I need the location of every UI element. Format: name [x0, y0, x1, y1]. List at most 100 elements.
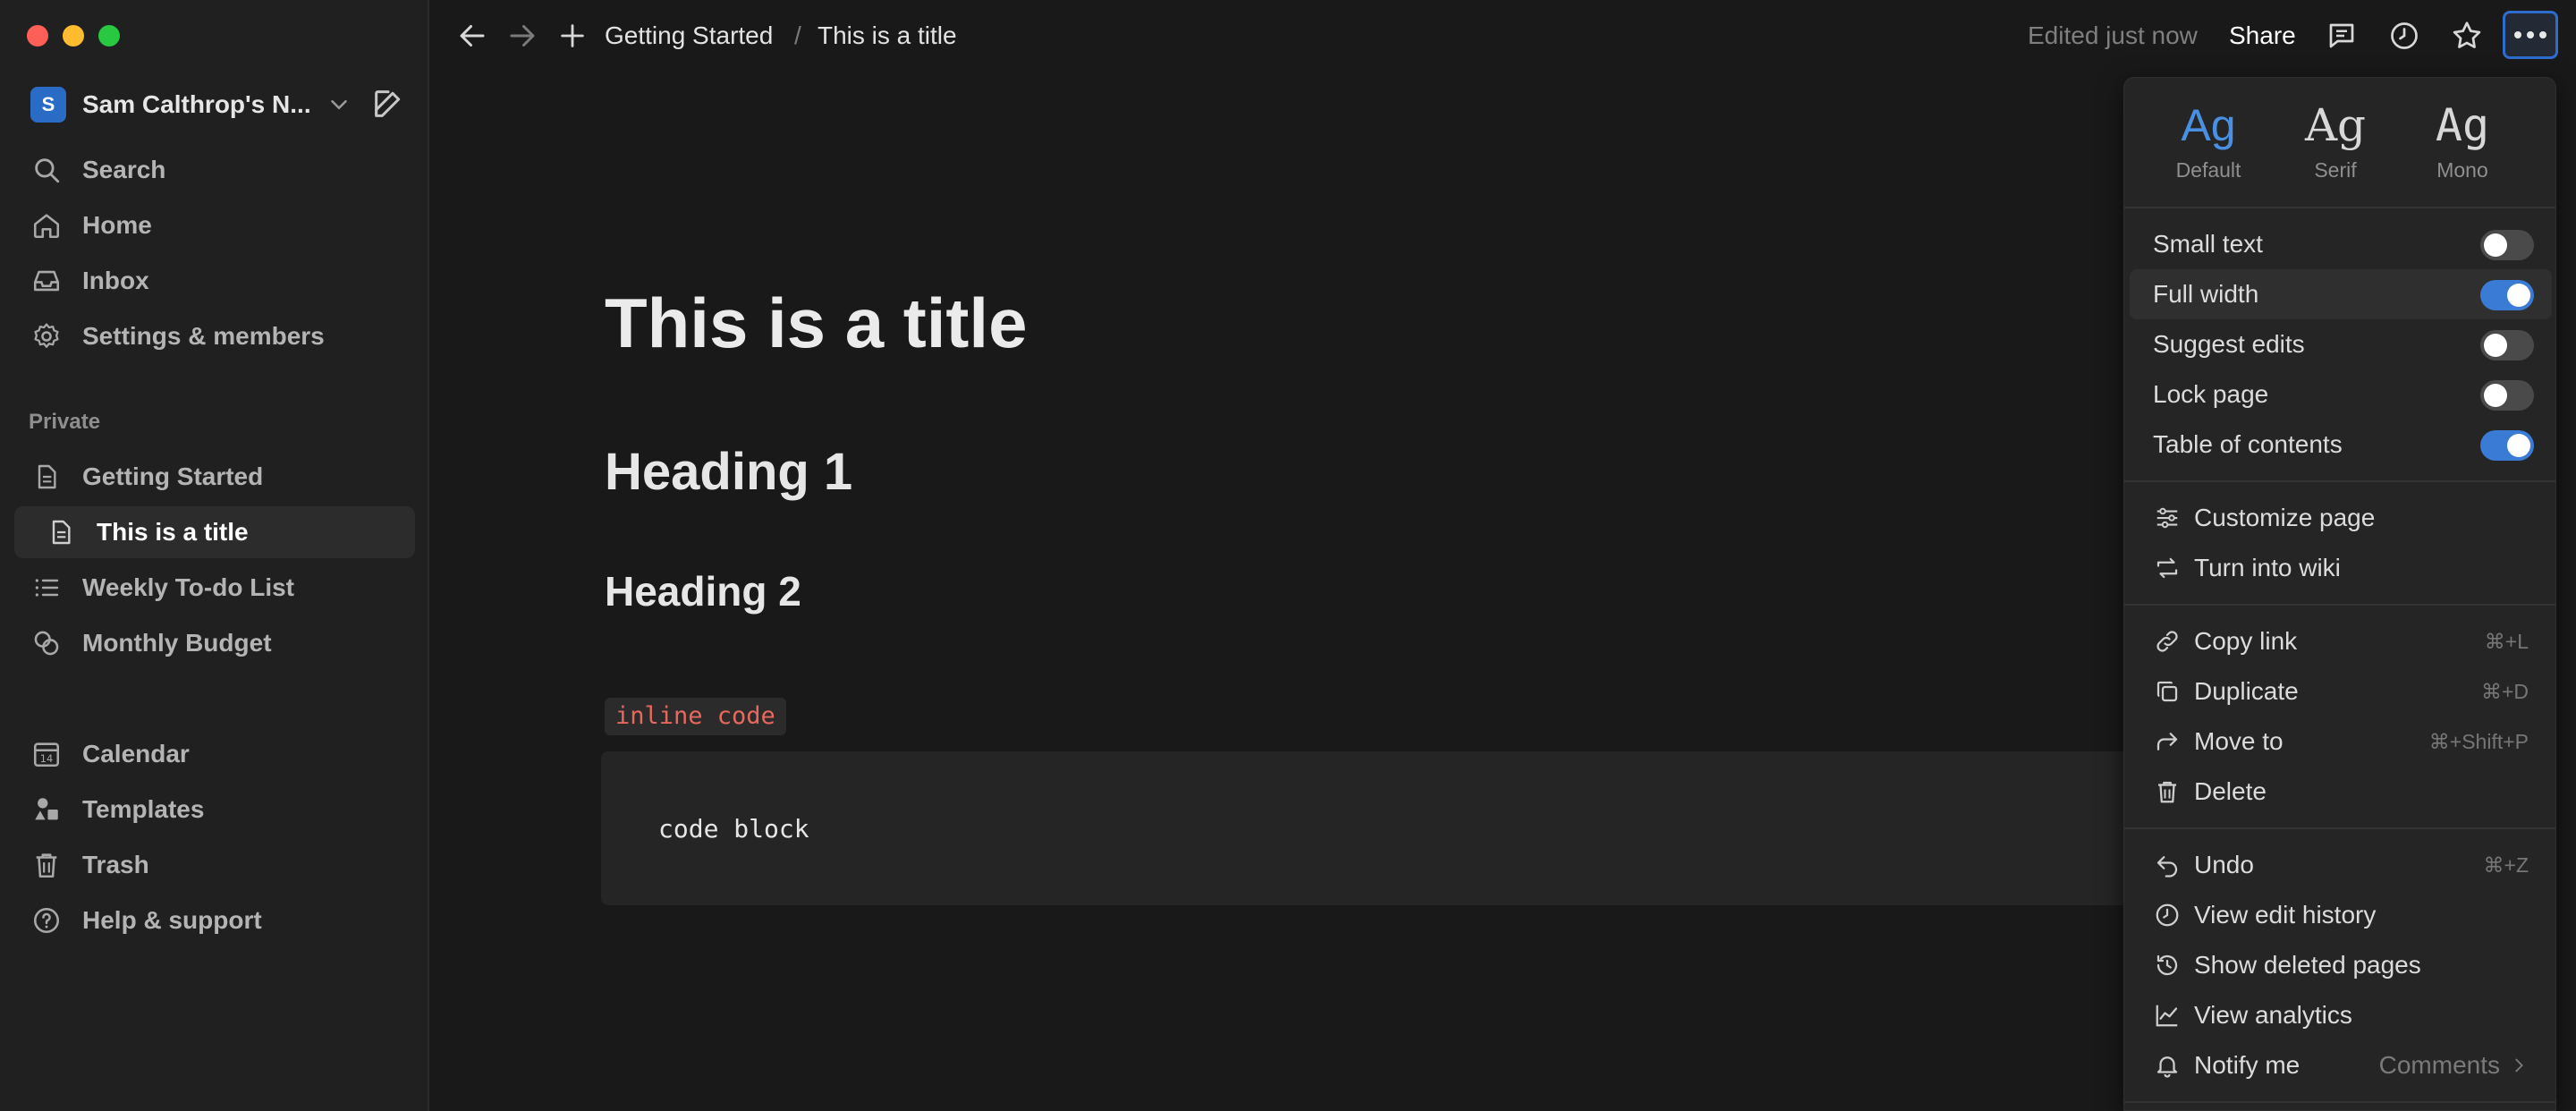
menu-item-duplicate[interactable]: Duplicate ⌘+D: [2130, 666, 2552, 717]
menu-item-label: Move to: [2194, 727, 2284, 755]
toggle-label: Suggest edits: [2153, 330, 2305, 358]
sidebar-item-search[interactable]: Search: [14, 144, 415, 196]
sidebar-item-label: Calendar: [82, 740, 190, 768]
menu-divider: [2124, 827, 2555, 829]
toggle-row-lock-page[interactable]: Lock page: [2130, 369, 2552, 420]
menu-item-customize-page[interactable]: Customize page: [2130, 493, 2552, 543]
menu-item-label: Delete: [2194, 777, 2267, 805]
menu-item-show-deleted-pages[interactable]: Show deleted pages: [2130, 940, 2552, 990]
menu-item-label: Show deleted pages: [2194, 951, 2421, 979]
comments-icon[interactable]: [2324, 18, 2360, 54]
sidebar-item-settings[interactable]: Settings & members: [14, 310, 415, 362]
menu-item-turn-into-wiki[interactable]: Turn into wiki: [2130, 543, 2552, 593]
inline-code[interactable]: inline code: [605, 698, 786, 735]
menu-item-view-edit-history[interactable]: View edit history: [2130, 890, 2552, 940]
sidebar-item-home[interactable]: Home: [14, 199, 415, 251]
menu-item-undo[interactable]: Undo ⌘+Z: [2130, 840, 2552, 890]
more-horizontal-icon: [2514, 31, 2546, 38]
breadcrumb-separator: /: [794, 21, 801, 49]
more-options-button[interactable]: [2503, 11, 2558, 59]
new-page-icon[interactable]: [370, 86, 406, 126]
star-icon[interactable]: [2449, 18, 2485, 54]
suggest-edits-switch[interactable]: [2480, 330, 2534, 360]
toggle-row-suggest-edits[interactable]: Suggest edits: [2130, 319, 2552, 369]
link-icon: [2149, 623, 2185, 659]
sidebar-item-weekly-todo[interactable]: Weekly To-do List: [14, 562, 415, 614]
home-icon: [29, 208, 64, 243]
sidebar: S Sam Calthrop's N... Search Home Inbox …: [0, 0, 429, 1111]
menu-item-label: Customize page: [2194, 504, 2376, 531]
font-option-serif[interactable]: Ag Serif: [2273, 94, 2398, 199]
share-button[interactable]: Share: [2229, 21, 2296, 50]
sidebar-item-this-is-a-title[interactable]: This is a title: [14, 506, 415, 558]
sidebar-item-label: Settings & members: [82, 322, 325, 350]
font-sample: Ag: [2435, 99, 2490, 151]
notify-me-value[interactable]: Comments: [2379, 1051, 2529, 1080]
page-icon: [43, 514, 79, 550]
code-block[interactable]: code block: [601, 751, 2175, 905]
gear-icon: [29, 318, 64, 354]
full-width-switch[interactable]: [2480, 280, 2534, 310]
font-option-default[interactable]: Ag Default: [2146, 94, 2271, 199]
bell-icon: [2149, 1047, 2185, 1083]
toggle-label: Table of contents: [2153, 430, 2343, 458]
svg-text:14: 14: [40, 752, 53, 765]
menu-divider: [2124, 1101, 2555, 1103]
toggle-row-small-text[interactable]: Small text: [2130, 219, 2552, 269]
toggle-row-full-width[interactable]: Full width: [2130, 269, 2552, 319]
menu-divider: [2124, 480, 2555, 482]
sidebar-item-label: Getting Started: [82, 462, 264, 490]
plus-icon[interactable]: [555, 18, 590, 54]
lock-page-switch[interactable]: [2480, 380, 2534, 411]
breadcrumb-current[interactable]: This is a title: [818, 21, 957, 50]
edited-status: Edited just now: [2028, 21, 2198, 49]
top-bar: Getting Started / This is a title Edited…: [431, 0, 2576, 72]
toggle-row-table-of-contents[interactable]: Table of contents: [2130, 420, 2552, 470]
menu-item-label: Notify me: [2194, 1051, 2301, 1079]
maximize-window-button[interactable]: [98, 25, 120, 47]
back-arrow-icon[interactable]: [454, 18, 490, 54]
section-label-private[interactable]: Private: [29, 410, 100, 435]
trash-icon: [29, 847, 64, 883]
duplicate-icon: [2149, 674, 2185, 709]
sidebar-item-inbox[interactable]: Inbox: [14, 255, 415, 307]
sidebar-item-label: This is a title: [97, 518, 249, 546]
font-selector: Ag Default Ag Serif Ag Mono: [2124, 78, 2555, 208]
minimize-window-button[interactable]: [63, 25, 84, 47]
sidebar-item-label: Inbox: [82, 267, 149, 294]
workspace-name: Sam Calthrop's N...: [82, 90, 311, 118]
menu-item-label: Duplicate: [2194, 677, 2299, 705]
clock-icon[interactable]: [2386, 18, 2422, 54]
menu-item-label: Turn into wiki: [2194, 554, 2341, 581]
history-icon: [2149, 947, 2185, 983]
forward-arrow-icon[interactable]: [504, 18, 540, 54]
convert-icon: [2149, 550, 2185, 586]
list-icon: [29, 570, 64, 606]
font-option-mono[interactable]: Ag Mono: [2400, 94, 2525, 199]
heading-1[interactable]: Heading 1: [605, 442, 852, 502]
budget-icon: [29, 625, 64, 661]
menu-item-notify-me[interactable]: Notify me Comments: [2130, 1040, 2552, 1090]
table-of-contents-switch[interactable]: [2480, 430, 2534, 461]
font-name: Serif: [2314, 158, 2357, 182]
sidebar-item-label: Home: [82, 211, 152, 239]
breadcrumb-parent[interactable]: Getting Started: [605, 21, 773, 50]
sidebar-item-calendar[interactable]: 14 Calendar: [14, 728, 415, 780]
small-text-switch[interactable]: [2480, 230, 2534, 260]
menu-item-move-to[interactable]: Move to ⌘+Shift+P: [2130, 717, 2552, 767]
sidebar-item-trash[interactable]: Trash: [14, 839, 415, 891]
sidebar-item-monthly-budget[interactable]: Monthly Budget: [14, 617, 415, 669]
sidebar-item-templates[interactable]: Templates: [14, 784, 415, 835]
sidebar-item-help[interactable]: Help & support: [14, 895, 415, 946]
shortcut-hint: ⌘+Z: [2483, 853, 2529, 877]
menu-item-delete[interactable]: Delete: [2130, 767, 2552, 817]
chevron-down-icon[interactable]: [326, 91, 352, 123]
heading-2[interactable]: Heading 2: [605, 567, 801, 615]
menu-item-copy-link[interactable]: Copy link ⌘+L: [2130, 616, 2552, 666]
sidebar-item-getting-started[interactable]: Getting Started: [14, 451, 415, 503]
code-block-text: code block: [658, 814, 809, 844]
menu-item-view-analytics[interactable]: View analytics: [2130, 990, 2552, 1040]
close-window-button[interactable]: [27, 25, 48, 47]
workspace-switcher[interactable]: S Sam Calthrop's N...: [30, 86, 406, 123]
page-title[interactable]: This is a title: [605, 283, 1027, 364]
